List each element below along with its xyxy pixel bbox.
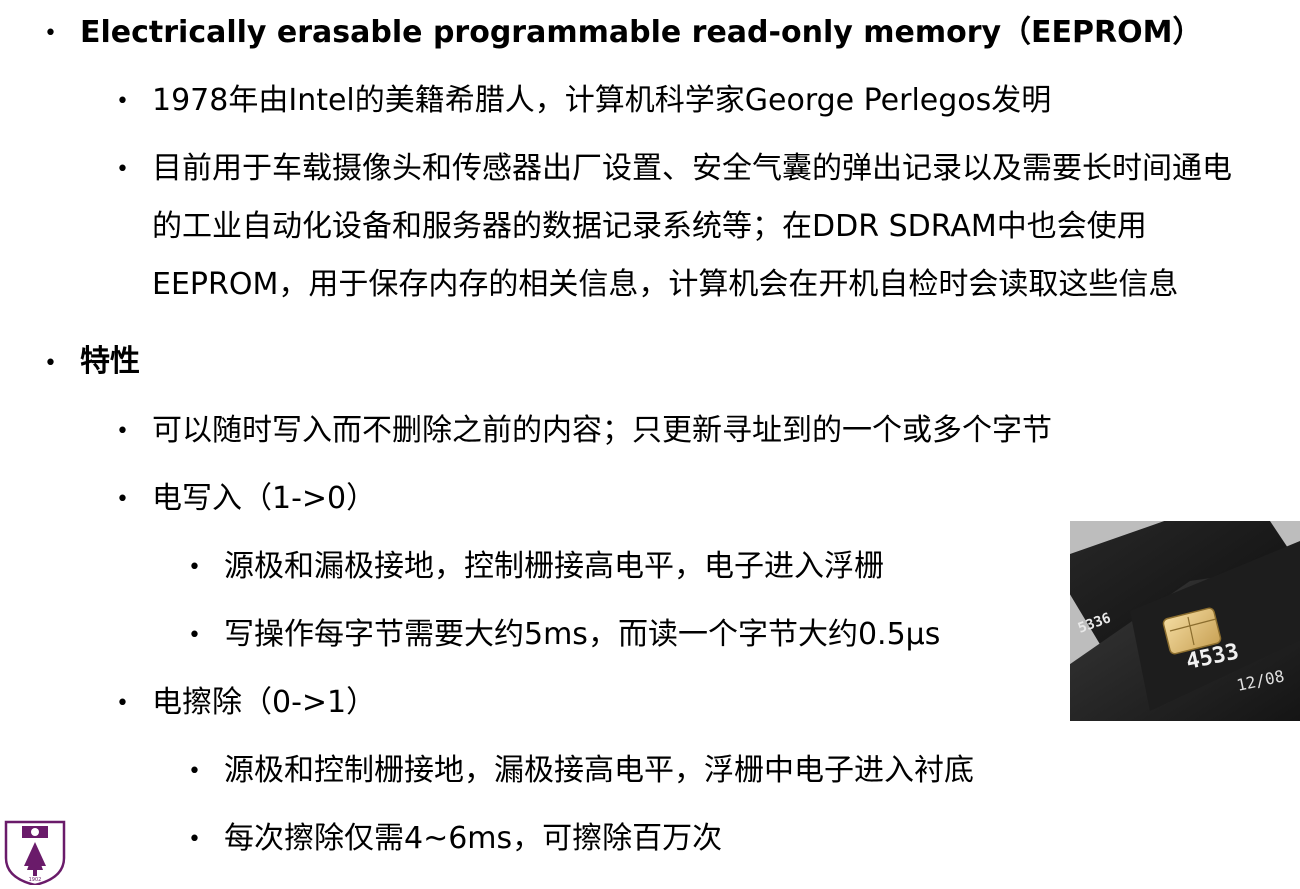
bullet-dot: • — [44, 351, 57, 376]
sub-bullet-write-mechanism: 源极和漏极接地，控制栅接高电平，电子进入浮栅 — [224, 549, 884, 584]
bullet-applications-line2: 的工业自动化设备和服务器的数据记录系统等；在DDR SDRAM中也会使用 — [152, 209, 1147, 244]
bullet-dot: • — [116, 691, 129, 716]
bullet-dot: • — [188, 759, 201, 784]
bullet-applications-line1: 目前用于车载摄像头和传感器出厂设置、安全气囊的弹出记录以及需要长时间通电 — [152, 151, 1232, 186]
bullet-dot: • — [116, 419, 129, 444]
bullet-electric-write: 电写入（1->0） — [152, 481, 377, 516]
bullet-write-anytime: 可以随时写入而不删除之前的内容；只更新寻址到的一个或多个字节 — [152, 413, 1052, 448]
bullet-dot: • — [44, 21, 57, 46]
section-heading-features: 特性 — [80, 344, 140, 379]
bullet-dot: • — [116, 89, 129, 114]
university-logo: 1902 — [0, 818, 70, 887]
sub-bullet-erase-mechanism: 源极和控制栅接地，漏极接高电平，浮栅中电子进入衬底 — [224, 753, 974, 788]
bullet-dot: • — [188, 623, 201, 648]
bullet-electric-erase: 电擦除（0->1） — [152, 685, 377, 720]
bullet-inventor: 1978年由Intel的美籍希腊人，计算机科学家George Perlegos发… — [152, 83, 1052, 118]
section-heading-eeprom: Electrically erasable programmable read-… — [80, 15, 1203, 50]
bullet-applications-line3: EEPROM，用于保存内存的相关信息，计算机会在开机自检时会读取这些信息 — [152, 267, 1179, 302]
smart-card-illustration: 5336 4533 12/08 — [1070, 521, 1300, 721]
bullet-dot: • — [188, 827, 201, 852]
bullet-dot: • — [188, 555, 201, 580]
sub-bullet-erase-timing: 每次擦除仅需4~6ms，可擦除百万次 — [224, 821, 723, 856]
smart-card-photo: 5336 4533 12/08 — [1070, 521, 1300, 721]
logo-year: 1902 — [29, 877, 42, 883]
university-emblem: 1902 — [4, 820, 66, 887]
bullet-dot: • — [116, 157, 129, 182]
bullet-dot: • — [116, 487, 129, 512]
sub-bullet-write-timing: 写操作每字节需要大约5ms，而读一个字节大约0.5μs — [224, 617, 941, 652]
